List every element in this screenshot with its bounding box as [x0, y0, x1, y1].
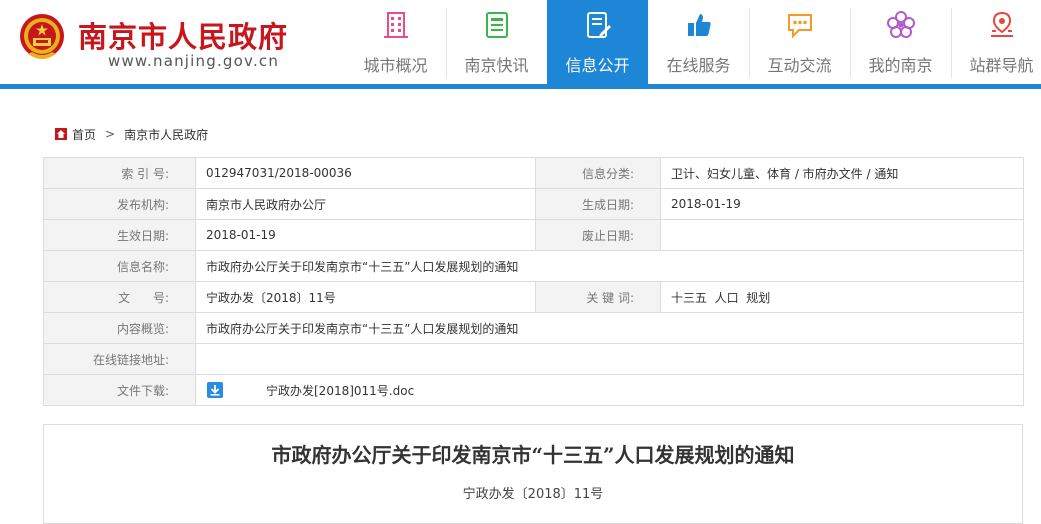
publisher-value: 南京市人民政府办公厅 — [195, 188, 536, 220]
site-url[interactable]: www.nanjing.gov.cn — [108, 52, 279, 70]
nav-item-site-navigation[interactable]: 站群导航 — [951, 0, 1041, 84]
nav-label: 站群导航 — [969, 56, 1034, 75]
nav-label: 在线服务 — [666, 56, 731, 75]
summary-value: 市政府办公厅关于印发南京市“十三五”人口发展规划的通知 — [195, 312, 1024, 344]
breadcrumb-home-link[interactable]: 首页 — [72, 126, 96, 143]
abolished-date-label: 废止日期: — [535, 219, 661, 251]
plum-blossom-icon — [887, 11, 915, 38]
abolished-date-value — [660, 219, 1024, 251]
main-nav: 城市概况 南京快讯 信息公开 在线服务 互动交流 我的南京 站群导航 — [345, 0, 1041, 84]
table-row: 在线链接地址: — [43, 343, 1024, 375]
file-download-label: 文件下载: — [43, 374, 196, 406]
newspaper-icon — [486, 12, 508, 38]
category-value: 卫计、妇女儿童、体育 / 市府办文件 / 通知 — [660, 157, 1024, 189]
summary-label: 内容概览: — [43, 312, 196, 344]
map-pin-icon — [991, 11, 1013, 37]
document-number-label: 文 号: — [43, 281, 196, 313]
table-row: 内容概览: 市政府办公厅关于印发南京市“十三五”人口发展规划的通知 — [43, 312, 1024, 344]
document-content-panel: 市政府办公厅关于印发南京市“十三五”人口发展规划的通知 宁政办发〔2018〕11… — [43, 424, 1023, 524]
info-name-label: 信息名称: — [43, 250, 196, 282]
online-link-label: 在线链接地址: — [43, 343, 196, 375]
site-title[interactable]: 南京市人民政府 — [78, 14, 288, 56]
document-info-table: 索 引 号: 012947031/2018-00036 信息分类: 卫计、妇女儿… — [43, 157, 1024, 406]
nav-item-city-overview[interactable]: 城市概况 — [345, 0, 446, 84]
effective-date-label: 生效日期: — [43, 219, 196, 251]
index-number-label: 索 引 号: — [43, 157, 196, 189]
keywords-value: 十三五 人口 规划 — [660, 281, 1024, 313]
thumbs-up-icon — [688, 14, 711, 36]
publisher-label: 发布机构: — [43, 188, 196, 220]
nav-label: 城市概况 — [363, 56, 428, 75]
index-number-value: 012947031/2018-00036 — [195, 157, 536, 189]
nav-item-info-disclosure[interactable]: 信息公开 — [547, 0, 648, 84]
table-row: 发布机构: 南京市人民政府办公厅 生成日期: 2018-01-19 — [43, 188, 1024, 220]
table-row: 生效日期: 2018-01-19 废止日期: — [43, 219, 1024, 251]
chat-bubble-icon — [788, 14, 812, 39]
document-title: 市政府办公厅关于印发南京市“十三五”人口发展规划的通知 — [271, 443, 795, 467]
keywords-label: 关 键 词: — [535, 281, 661, 313]
nav-item-nanjing-news[interactable]: 南京快讯 — [446, 0, 547, 84]
nav-item-online-services[interactable]: 在线服务 — [648, 0, 749, 84]
nav-label: 互动交流 — [767, 56, 832, 75]
nav-item-my-nanjing[interactable]: 我的南京 — [850, 0, 951, 84]
created-date-label: 生成日期: — [535, 188, 661, 220]
document-number: 宁政办发〔2018〕11号 — [462, 487, 604, 502]
nav-label: 我的南京 — [868, 56, 933, 75]
building-icon — [384, 12, 408, 38]
table-row: 索 引 号: 012947031/2018-00036 信息分类: 卫计、妇女儿… — [43, 157, 1024, 189]
breadcrumb-current-link[interactable]: 南京市人民政府 — [124, 126, 208, 143]
table-row: 文件下载: 宁政办发[2018]011号.doc — [43, 374, 1024, 406]
site-header: 南京市人民政府 www.nanjing.gov.cn 城市概况 南京快讯 信息公… — [0, 0, 1041, 85]
category-label: 信息分类: — [535, 157, 661, 189]
header-accent-bar — [0, 84, 1041, 89]
nav-label: 南京快讯 — [464, 56, 529, 75]
download-icon[interactable] — [206, 381, 224, 399]
download-file-link[interactable]: 宁政办发[2018]011号.doc — [266, 382, 414, 399]
document-edit-icon — [587, 12, 611, 38]
file-download-cell: 宁政办发[2018]011号.doc — [195, 374, 1024, 406]
home-icon — [55, 128, 67, 140]
online-link-value — [195, 343, 1024, 375]
table-row: 文 号: 宁政办发〔2018〕11号 关 键 词: 十三五 人口 规划 — [43, 281, 1024, 313]
nav-item-interaction[interactable]: 互动交流 — [749, 0, 850, 84]
info-name-value: 市政府办公厅关于印发南京市“十三五”人口发展规划的通知 — [195, 250, 1024, 282]
document-number-value: 宁政办发〔2018〕11号 — [195, 281, 536, 313]
breadcrumb-separator: > — [105, 127, 116, 141]
effective-date-value: 2018-01-19 — [195, 219, 536, 251]
breadcrumb: 首页 > 南京市人民政府 — [55, 124, 208, 144]
nav-label: 信息公开 — [565, 56, 630, 75]
table-row: 信息名称: 市政府办公厅关于印发南京市“十三五”人口发展规划的通知 — [43, 250, 1024, 282]
national-emblem-icon[interactable] — [18, 12, 66, 64]
created-date-value: 2018-01-19 — [660, 188, 1024, 220]
